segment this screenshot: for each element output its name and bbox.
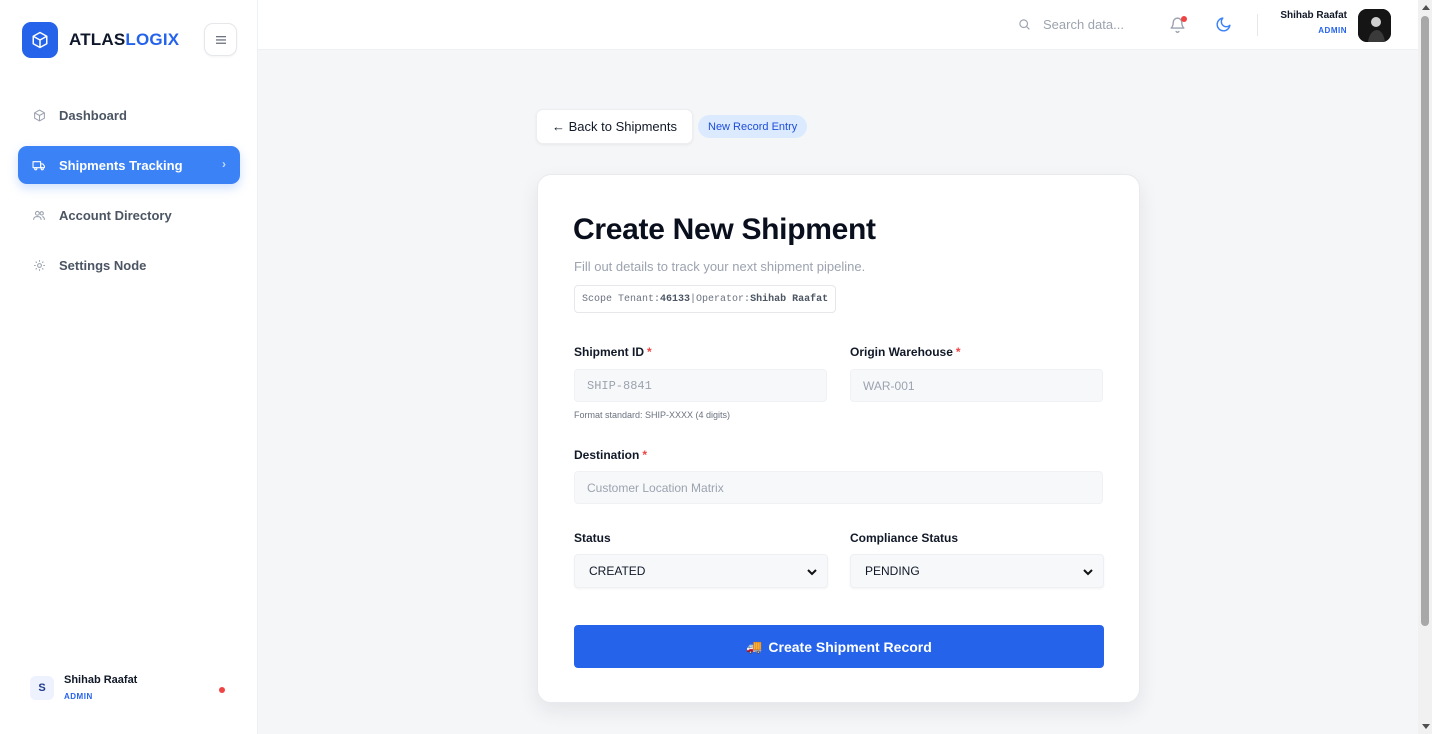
required-mark: * <box>955 345 961 359</box>
scope-tenant-value: 46133 <box>660 293 691 305</box>
theme-toggle-button[interactable] <box>1215 16 1233 34</box>
scroll-down-icon[interactable] <box>1422 724 1430 729</box>
scroll-up-icon[interactable] <box>1422 5 1430 10</box>
required-mark: * <box>647 345 652 359</box>
shipment-id-label: Shipment ID * <box>574 345 652 359</box>
sidebar-item-label: Settings Node <box>59 257 147 273</box>
gear-icon <box>32 258 46 272</box>
status-select-value: CREATED <box>589 564 646 578</box>
compliance-status-select[interactable]: PENDING <box>850 554 1104 588</box>
chevron-down-icon <box>807 569 817 576</box>
top-header: Shihab Raafat ADMIN <box>258 0 1418 50</box>
header-user-info[interactable]: Shihab Raafat ADMIN <box>1280 10 1347 35</box>
header-user-name: Shihab Raafat <box>1280 10 1347 21</box>
status-dot <box>219 687 225 693</box>
avatar: S <box>30 675 54 700</box>
required-mark: * <box>642 448 648 462</box>
status-select[interactable]: CREATED <box>574 554 828 588</box>
sidebar-item-dashboard[interactable]: Dashboard <box>18 96 240 134</box>
scope-operator-label: Operator: <box>696 293 751 305</box>
origin-warehouse-label-text: Origin Warehouse <box>850 345 953 359</box>
notification-dot <box>1181 16 1187 22</box>
create-shipment-button-label: Create Shipment Record <box>768 638 932 655</box>
brand-suffix: LOGIX <box>125 30 180 49</box>
search-input[interactable] <box>1043 17 1153 32</box>
users-icon <box>32 208 46 222</box>
moon-icon <box>1216 17 1231 32</box>
brand-prefix: ATLAS <box>69 30 126 49</box>
sidebar-item-settings-node[interactable]: Settings Node <box>18 246 240 284</box>
header-user-role: ADMIN <box>1318 26 1347 35</box>
sidebar-item-label: Account Directory <box>59 207 172 223</box>
shipment-id-label-text: Shipment ID <box>574 345 645 359</box>
compliance-select-value: PENDING <box>865 564 920 578</box>
shipment-id-hint: Format standard: SHIP-XXXX (4 digits) <box>574 410 731 420</box>
avatar[interactable] <box>1358 9 1391 42</box>
compliance-status-label: Compliance Status <box>850 531 959 545</box>
brand[interactable]: ATLASLOGIX <box>22 22 179 58</box>
search-icon <box>1019 19 1030 30</box>
sidebar-user-profile[interactable]: S Shihab Raafat ADMIN <box>30 674 230 701</box>
page-scrollbar[interactable] <box>1418 0 1432 734</box>
cube-icon <box>32 108 46 122</box>
sidebar-nav: Dashboard Shipments Tracking › Account D… <box>18 96 240 296</box>
sidebar-user-name: Shihab Raafat <box>64 674 138 686</box>
scroll-thumb[interactable] <box>1421 16 1429 626</box>
back-to-shipments-button[interactable]: ← Back to Shipments <box>536 109 693 144</box>
origin-warehouse-input[interactable] <box>850 369 1103 402</box>
cube-logo-icon <box>22 22 58 58</box>
sidebar-user-role: ADMIN <box>64 692 93 701</box>
hamburger-icon <box>215 35 226 44</box>
brand-name: ATLASLOGIX <box>69 30 179 50</box>
sidebar-item-label: Shipments Tracking <box>59 157 183 173</box>
scope-operator-value: Shihab Raafat <box>750 293 829 305</box>
scope-info: Scope Tenant: 46133 | Operator: Shihab R… <box>574 285 837 313</box>
header-divider <box>1257 14 1258 36</box>
destination-input[interactable] <box>574 471 1103 504</box>
destination-label-text: Destination <box>574 448 640 462</box>
sidebar-item-account-directory[interactable]: Account Directory <box>18 196 240 234</box>
create-shipment-card: Create New Shipment Fill out details to … <box>537 174 1140 703</box>
status-label: Status <box>574 531 611 545</box>
chevron-right-icon: › <box>222 157 226 171</box>
destination-label: Destination * <box>574 448 647 462</box>
shipment-id-input[interactable] <box>574 369 827 402</box>
truck-icon: 🚚 <box>746 638 763 654</box>
sidebar: ATLASLOGIX Dashboard Shipments Tracking … <box>0 0 258 734</box>
page-title: Create New Shipment <box>573 213 876 246</box>
truck-icon <box>32 158 46 172</box>
notifications-button[interactable] <box>1169 16 1187 34</box>
sidebar-item-shipments-tracking[interactable]: Shipments Tracking › <box>18 146 240 184</box>
sidebar-item-label: Dashboard <box>59 107 127 123</box>
user-photo-icon <box>1358 9 1391 42</box>
status-badge: New Record Entry <box>698 115 808 138</box>
scope-tenant-label: Scope Tenant: <box>582 293 661 305</box>
page-subtitle: Fill out details to track your next ship… <box>574 259 866 274</box>
menu-toggle-button[interactable] <box>204 23 237 56</box>
search-bar <box>1018 17 1153 32</box>
create-shipment-button[interactable]: 🚚 Create Shipment Record <box>574 625 1104 668</box>
chevron-down-icon <box>1083 569 1093 576</box>
origin-warehouse-label: Origin Warehouse * <box>850 345 961 359</box>
sidebar-user-info: Shihab Raafat ADMIN <box>64 674 137 701</box>
